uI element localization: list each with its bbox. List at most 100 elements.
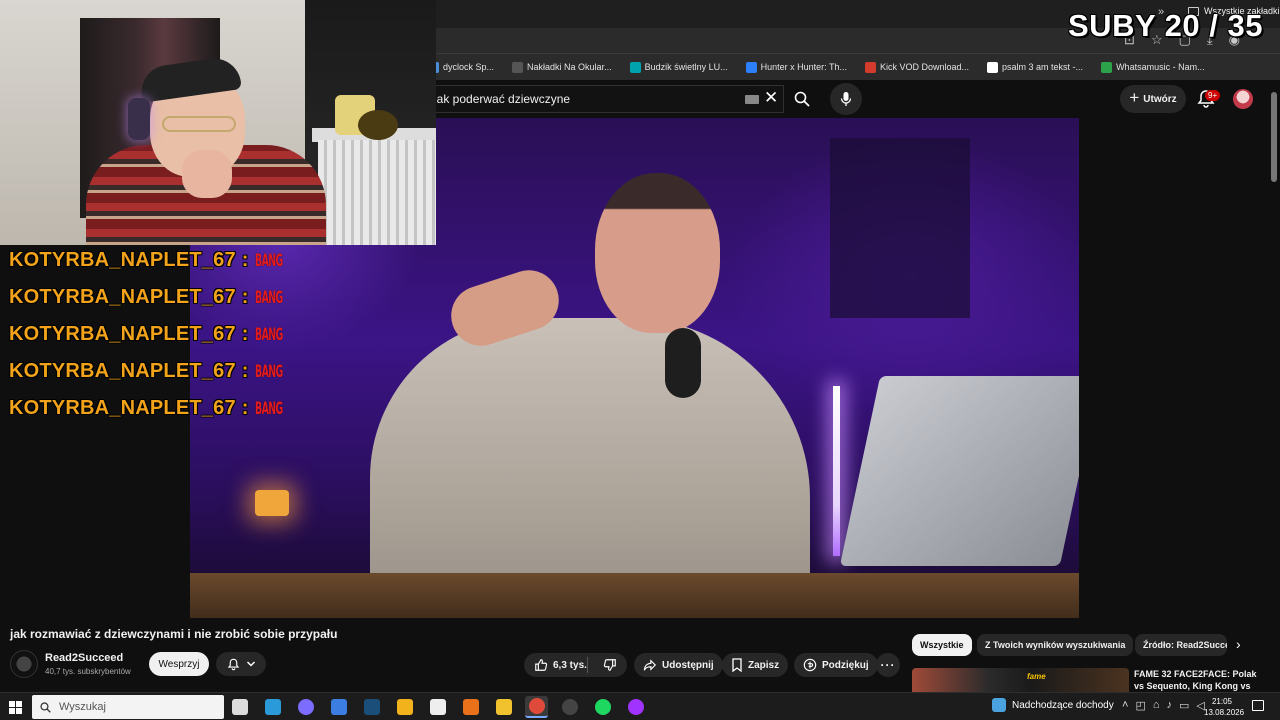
bookmark-icon	[732, 658, 742, 672]
taskbar-app-steam[interactable]	[360, 696, 383, 718]
channel-name[interactable]: Read2Succeed	[45, 652, 123, 664]
related-video-thumbnail[interactable]: fame	[912, 668, 1129, 692]
tray-microphone-icon[interactable]: ♪	[1167, 699, 1173, 712]
video-frame-microphone	[665, 328, 701, 398]
page-scrollbar[interactable]	[1268, 80, 1280, 690]
taskbar-app-spotify[interactable]	[591, 696, 614, 718]
bookmark-label: Nakładki Na Okular...	[527, 62, 612, 72]
taskbar-app-task-view[interactable]	[228, 696, 251, 718]
thumbs-down-icon	[603, 659, 616, 671]
chat-separator: :	[241, 323, 249, 345]
chip-from-search[interactable]: Z Twoich wyników wyszukiwania	[977, 634, 1134, 656]
chrome-icon	[528, 698, 545, 714]
bookmark-item[interactable]: Hunter x Hunter: Th...	[745, 61, 847, 73]
dislike-button[interactable]	[593, 658, 627, 672]
chat-username: KOTYRBA_NAPLET_67	[9, 249, 236, 271]
bookmark-favicon-icon	[864, 61, 876, 73]
account-avatar[interactable]	[1233, 89, 1253, 109]
like-count: 6,3 tys.	[553, 659, 587, 671]
taskbar-clock[interactable]: 21:05 13.08.2026	[1204, 696, 1244, 718]
bookmark-item[interactable]: Nakładki Na Okular...	[512, 61, 612, 73]
taskbar-search-placeholder: Wyszukaj	[59, 701, 106, 713]
more-actions-button[interactable]: ···	[876, 653, 900, 677]
search-button[interactable]	[786, 85, 818, 113]
like-dislike-group: 6,3 tys.	[524, 653, 627, 677]
taskbar-app-edge[interactable]	[261, 696, 284, 718]
video-frame-laptop	[839, 376, 1079, 566]
tray-overflow-chevron-icon[interactable]: ˄	[1122, 699, 1128, 712]
bookmark-label: dyclock Sp...	[443, 62, 495, 72]
edge-icon	[264, 699, 281, 715]
spotify-icon	[594, 699, 611, 715]
tray-battery-icon[interactable]: ▭	[1179, 699, 1189, 712]
taskbar-app-store[interactable]	[426, 696, 449, 718]
chip-source-channel[interactable]: Źródło: Read2Succeed	[1135, 634, 1227, 656]
chip-all[interactable]: Wszystkie	[912, 634, 972, 656]
save-label: Zapisz	[748, 659, 780, 671]
windows-taskbar: Wyszukaj Nadchodzące dochody ˄ ◰ ⌂ ♪ ▭ ◁…	[0, 692, 1280, 720]
bookmark-item[interactable]: Whatsamusic - Nam...	[1101, 61, 1205, 73]
super-thanks-icon	[803, 658, 817, 672]
keyboard-icon[interactable]	[745, 95, 759, 104]
chat-text: BANG	[254, 324, 283, 345]
channel-avatar[interactable]	[10, 650, 38, 678]
sub-goal-counter: SUBY 20 / 35	[1068, 8, 1263, 43]
search-icon	[794, 91, 810, 107]
video-frame-lamp	[255, 490, 289, 516]
create-button[interactable]: + Utwórz	[1120, 85, 1186, 113]
chat-message: KOTYRBA_NAPLET_67: BANG	[9, 316, 305, 353]
voice-search-button[interactable]	[830, 83, 862, 115]
like-button[interactable]: 6,3 tys.	[524, 657, 588, 673]
bookmark-item[interactable]: dyclock Sp...	[428, 61, 495, 73]
thanks-label: Podziękuj	[822, 659, 869, 671]
share-icon	[643, 659, 657, 671]
share-button[interactable]: Udostępnij	[634, 653, 723, 677]
scrollbar-thumb[interactable]	[1271, 92, 1277, 182]
search-input[interactable]: jak poderwać dziewczyne ✕	[428, 85, 784, 113]
streamer-hand	[182, 150, 232, 198]
taskbar-app-copilot[interactable]	[294, 696, 317, 718]
chat-separator: :	[241, 360, 249, 382]
notification-center-icon[interactable]	[1252, 700, 1264, 711]
streamer-headphones	[128, 98, 150, 140]
save-button[interactable]: Zapisz	[722, 653, 789, 677]
subscription-notifications-button[interactable]	[216, 652, 266, 676]
chat-message: KOTYRBA_NAPLET_67: BANG	[9, 242, 305, 279]
chevron-right-icon[interactable]: ›	[1236, 636, 1241, 652]
chat-message: KOTYRBA_NAPLET_67: BANG	[9, 390, 305, 427]
microphone-icon	[840, 92, 852, 106]
taskbar-app-explorer[interactable]	[492, 696, 515, 718]
widget-icon	[992, 698, 1006, 712]
taskbar-widget[interactable]: Nadchodzące dochody	[992, 698, 1114, 712]
bookmark-favicon-icon	[1101, 61, 1113, 73]
store-icon	[429, 699, 446, 715]
bookmark-item[interactable]: psalm 3 am tekst -...	[987, 61, 1084, 73]
bookmark-item[interactable]: Kick VOD Download...	[864, 61, 969, 73]
taskbar-app-obs[interactable]	[558, 696, 581, 718]
tray-app-icon[interactable]: ◰	[1135, 699, 1145, 712]
bookmark-item[interactable]: Budzik świetlny LU...	[629, 61, 728, 73]
chat-username: KOTYRBA_NAPLET_67	[9, 397, 236, 419]
chat-text: BANG	[254, 398, 283, 419]
screen: ⊡ ☆ ▢ ⤓ ◉ dyclock Sp... Nakładki Na Okula…	[0, 0, 1280, 720]
taskbar-app-app-yellow[interactable]	[393, 696, 416, 718]
widget-text: Nadchodzące dochody	[1012, 699, 1114, 711]
clear-search-icon[interactable]: ✕	[764, 88, 778, 108]
chevron-down-icon	[246, 661, 255, 667]
support-button[interactable]: Wesprzyj	[149, 652, 209, 676]
taskbar-app-mail[interactable]	[327, 696, 350, 718]
video-frame-background	[830, 138, 970, 318]
taskbar-app-app-orange[interactable]	[459, 696, 482, 718]
system-tray: ˄ ◰ ⌂ ♪ ▭ ◁	[1122, 699, 1205, 712]
chat-text: BANG	[254, 287, 283, 308]
subscriber-count: 40,7 tys. subskrybentów	[45, 667, 131, 676]
thanks-button[interactable]: Podziękuj	[794, 653, 878, 677]
related-video-title[interactable]: FAME 32 FACE2FACE: Polak vs Sequento, Ki…	[1134, 668, 1262, 692]
taskbar-app-chrome[interactable]	[525, 696, 548, 718]
start-button[interactable]	[9, 701, 22, 714]
taskbar-app-messenger[interactable]	[624, 696, 647, 718]
taskbar-search-box[interactable]: Wyszukaj	[32, 695, 224, 719]
chat-separator: :	[241, 286, 249, 308]
tray-network-icon[interactable]: ⌂	[1153, 699, 1160, 712]
bookmark-label: psalm 3 am tekst -...	[1002, 62, 1084, 72]
